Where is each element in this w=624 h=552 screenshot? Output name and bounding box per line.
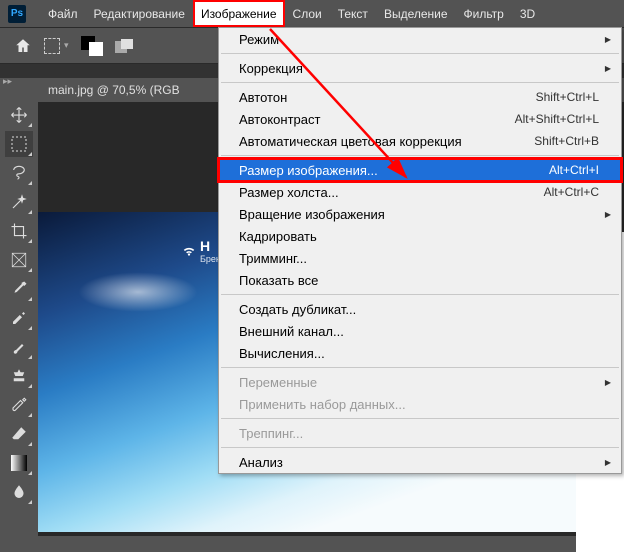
blur-tool[interactable] <box>5 479 33 505</box>
wifi-icon <box>182 244 196 258</box>
document-tab[interactable]: main.jpg @ 70,5% (RGB <box>38 78 190 102</box>
menu-layers[interactable]: Слои <box>285 0 330 27</box>
home-icon[interactable] <box>14 37 32 55</box>
chevron-down-icon: ▾ <box>64 40 69 51</box>
menu-select[interactable]: Выделение <box>376 0 456 27</box>
menu-item-размер-изображения-[interactable]: Размер изображения...Alt+Ctrl+I <box>219 159 621 181</box>
overlap-icon[interactable] <box>115 39 135 53</box>
app-logo: Ps <box>8 5 26 23</box>
menu-item-автотон[interactable]: АвтотонShift+Ctrl+L <box>219 86 621 108</box>
clone-stamp-tool[interactable] <box>5 363 33 389</box>
menu-item-вращение-изображения[interactable]: Вращение изображения <box>219 203 621 225</box>
menu-item-показать-все[interactable]: Показать все <box>219 269 621 291</box>
menu-filter[interactable]: Фильтр <box>456 0 512 27</box>
menu-item-коррекция[interactable]: Коррекция <box>219 57 621 79</box>
menu-item-автоматическая-цветовая-коррекция[interactable]: Автоматическая цветовая коррекцияShift+C… <box>219 130 621 152</box>
healing-brush-tool[interactable] <box>5 305 33 331</box>
marquee-icon <box>44 38 60 54</box>
menu-item-создать-дубликат-[interactable]: Создать дубликат... <box>219 298 621 320</box>
menu-3d[interactable]: 3D <box>512 0 543 27</box>
image-menu-dropdown: Режим Коррекция АвтотонShift+Ctrl+LАвтокон… <box>218 27 622 474</box>
magic-wand-tool[interactable] <box>5 189 33 215</box>
menu-image[interactable]: Изображение <box>193 0 285 27</box>
color-swatches[interactable] <box>81 36 103 56</box>
menu-item-внешний-канал-[interactable]: Внешний канал... <box>219 320 621 342</box>
frame-tool[interactable] <box>5 247 33 273</box>
menu-item-тримминг-[interactable]: Тримминг... <box>219 247 621 269</box>
menubar: Ps Файл Редактирование Изображение Слои … <box>0 0 624 27</box>
menu-item-режим[interactable]: Режим <box>219 28 621 50</box>
eyedropper-tool[interactable] <box>5 276 33 302</box>
crop-tool[interactable] <box>5 218 33 244</box>
menu-edit[interactable]: Редактирование <box>86 0 193 27</box>
lasso-tool[interactable] <box>5 160 33 186</box>
menu-item-кадрировать[interactable]: Кадрировать <box>219 225 621 247</box>
menu-file[interactable]: Файл <box>40 0 86 27</box>
panel-collapse-icon[interactable]: ▸▸ <box>3 76 12 87</box>
eraser-tool[interactable] <box>5 421 33 447</box>
brush-tool[interactable] <box>5 334 33 360</box>
menu-item-автоконтраст[interactable]: АвтоконтрастAlt+Shift+Ctrl+L <box>219 108 621 130</box>
move-tool[interactable] <box>5 102 33 128</box>
marquee-tool[interactable] <box>5 131 33 157</box>
history-brush-tool[interactable] <box>5 392 33 418</box>
menu-item-размер-холста-[interactable]: Размер холста...Alt+Ctrl+C <box>219 181 621 203</box>
gradient-tool[interactable] <box>5 450 33 476</box>
tools-panel <box>0 96 38 536</box>
menu-item-анализ[interactable]: Анализ <box>219 451 621 473</box>
menu-text[interactable]: Текст <box>330 0 376 27</box>
menu-item-вычисления-[interactable]: Вычисления... <box>219 342 621 364</box>
menu-item-переменные: Переменные <box>219 371 621 393</box>
menu-item-треппинг-: Треппинг... <box>219 422 621 444</box>
marquee-options[interactable]: ▾ <box>44 38 69 54</box>
background-swatch[interactable] <box>89 42 103 56</box>
menu-item-применить-набор-данных-: Применить набор данных... <box>219 393 621 415</box>
